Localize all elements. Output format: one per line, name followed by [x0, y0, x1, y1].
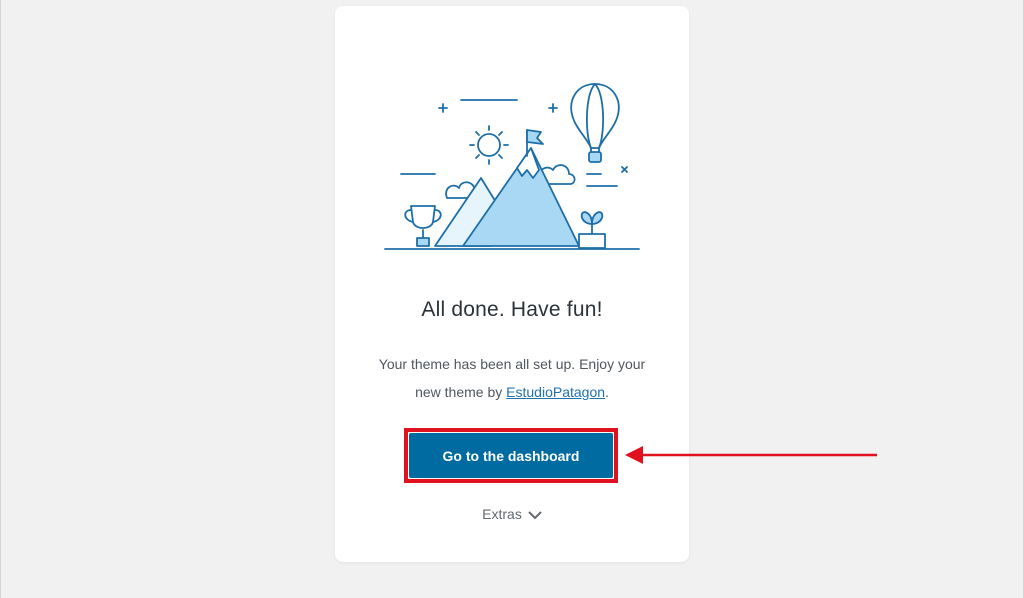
extras-label: Extras	[482, 506, 522, 522]
page-title: All done. Have fun!	[421, 298, 603, 321]
mountain-illustration	[384, 83, 640, 250]
theme-author-link[interactable]: EstudioPatagon	[506, 384, 605, 400]
description-end: .	[605, 384, 609, 400]
pointer-arrow	[625, 446, 877, 464]
setup-description: Your theme has been all set up. Enjoy yo…	[365, 350, 659, 406]
go-to-dashboard-button[interactable]: Go to the dashboard	[409, 433, 613, 478]
extras-toggle[interactable]: Extras	[335, 506, 689, 523]
page: All done. Have fun! Your theme has been …	[0, 0, 1024, 598]
chevron-down-icon	[528, 507, 542, 523]
